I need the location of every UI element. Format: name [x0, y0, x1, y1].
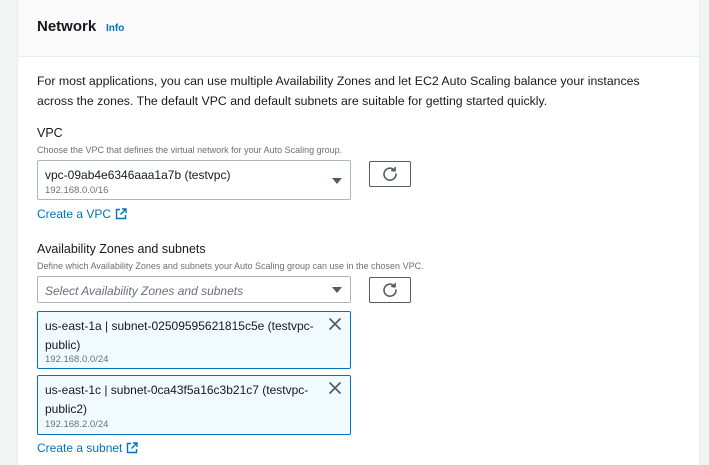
subnet-token-cidr: 192.168.0.0/24	[45, 354, 109, 365]
vpc-label: VPC	[37, 126, 63, 140]
subnet-token-label: us-east-1c | subnet-0ca43f5a16c3b21c7 (t…	[45, 383, 309, 416]
subnets-refresh-button[interactable]	[369, 277, 411, 303]
network-panel: Network Info For most applications, you …	[17, 0, 700, 465]
close-icon[interactable]	[328, 317, 342, 331]
subnet-token: us-east-1a | subnet-02509595621815c5e (t…	[37, 311, 351, 369]
external-link-icon	[127, 442, 139, 454]
create-subnet-link-label: Create a subnet	[37, 441, 123, 455]
create-vpc-link[interactable]: Create a VPC	[37, 207, 127, 221]
subnet-token-label: us-east-1a | subnet-02509595621815c5e (t…	[45, 319, 314, 352]
caret-down-icon	[332, 178, 342, 184]
vpc-description: Choose the VPC that defines the virtual …	[37, 145, 343, 155]
section-description: For most applications, you can use multi…	[37, 74, 640, 108]
external-link-icon	[115, 208, 127, 220]
subnet-token: us-east-1c | subnet-0ca43f5a16c3b21c7 (t…	[37, 375, 351, 435]
subnets-placeholder: Select Availability Zones and subnets	[45, 284, 244, 298]
vpc-select[interactable]: vpc-09ab4e6346aaa1a7b (testvpc) 192.168.…	[37, 160, 351, 200]
refresh-icon	[383, 282, 397, 297]
subnets-label: Availability Zones and subnets	[37, 242, 206, 256]
section-title: Network	[37, 18, 97, 35]
subnets-description: Define which Availability Zones and subn…	[37, 261, 424, 271]
create-subnet-link[interactable]: Create a subnet	[37, 441, 139, 455]
vpc-selected-cidr: 192.168.0.0/16	[45, 185, 109, 196]
refresh-icon	[383, 166, 397, 181]
create-vpc-link-label: Create a VPC	[37, 207, 112, 221]
vpc-selected-value: vpc-09ab4e6346aaa1a7b (testvpc)	[45, 168, 231, 182]
close-icon[interactable]	[328, 381, 342, 395]
caret-down-icon	[332, 287, 342, 293]
info-link[interactable]: Info	[106, 23, 124, 34]
subnets-select[interactable]: Select Availability Zones and subnets	[37, 276, 351, 303]
panel-header: Network Info	[18, 0, 699, 57]
subnet-token-cidr: 192.168.2.0/24	[45, 419, 109, 430]
vpc-refresh-button[interactable]	[369, 161, 411, 187]
